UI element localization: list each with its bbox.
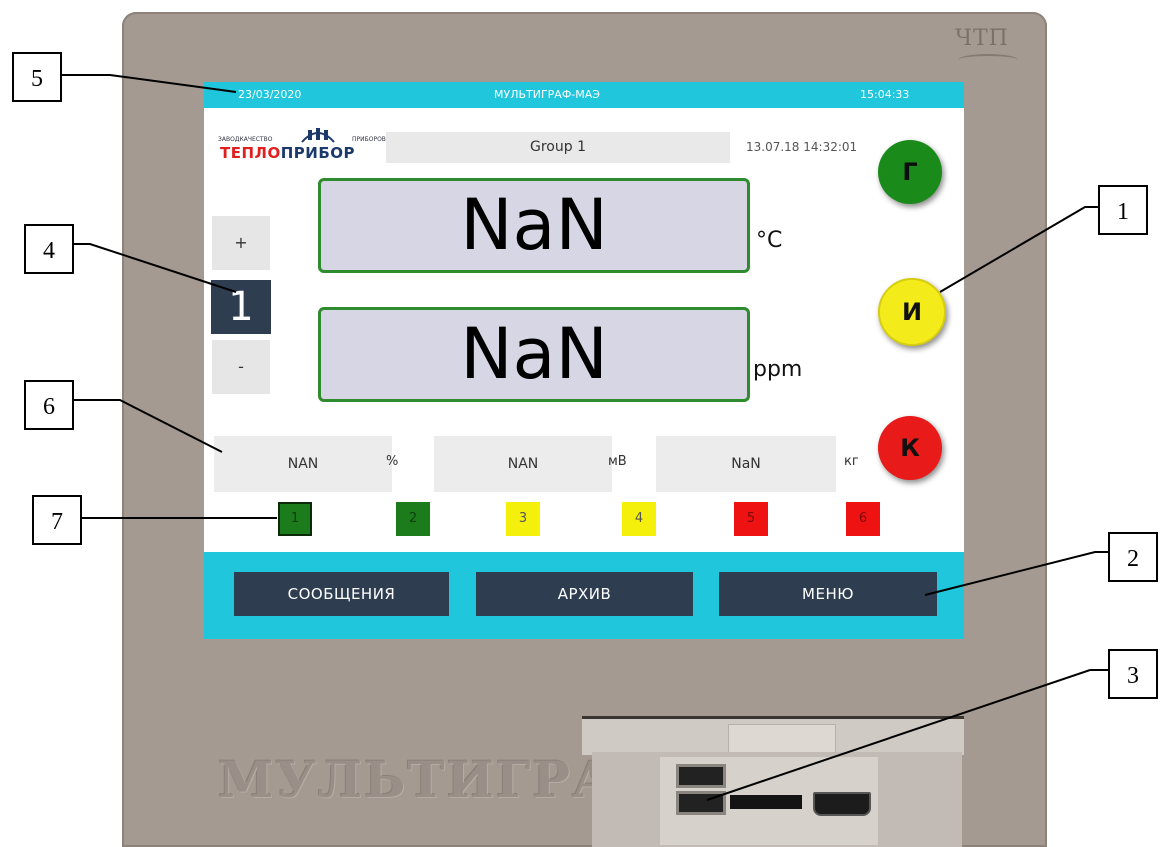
callout-3: 3 (1108, 649, 1158, 699)
leader-5 (62, 74, 237, 93)
callout-2: 2 (1108, 532, 1158, 582)
callout-leader-lines (62, 74, 1108, 801)
callout-7: 7 (32, 495, 82, 545)
leader-2 (924, 551, 1108, 596)
callout-6: 6 (24, 380, 74, 430)
leader-3 (706, 669, 1108, 801)
leader-6 (74, 399, 223, 453)
callout-4: 4 (24, 224, 74, 274)
callout-5: 5 (12, 52, 62, 102)
callout-1: 1 (1098, 185, 1148, 235)
leader-1 (939, 206, 1098, 293)
leader-4 (74, 243, 237, 293)
